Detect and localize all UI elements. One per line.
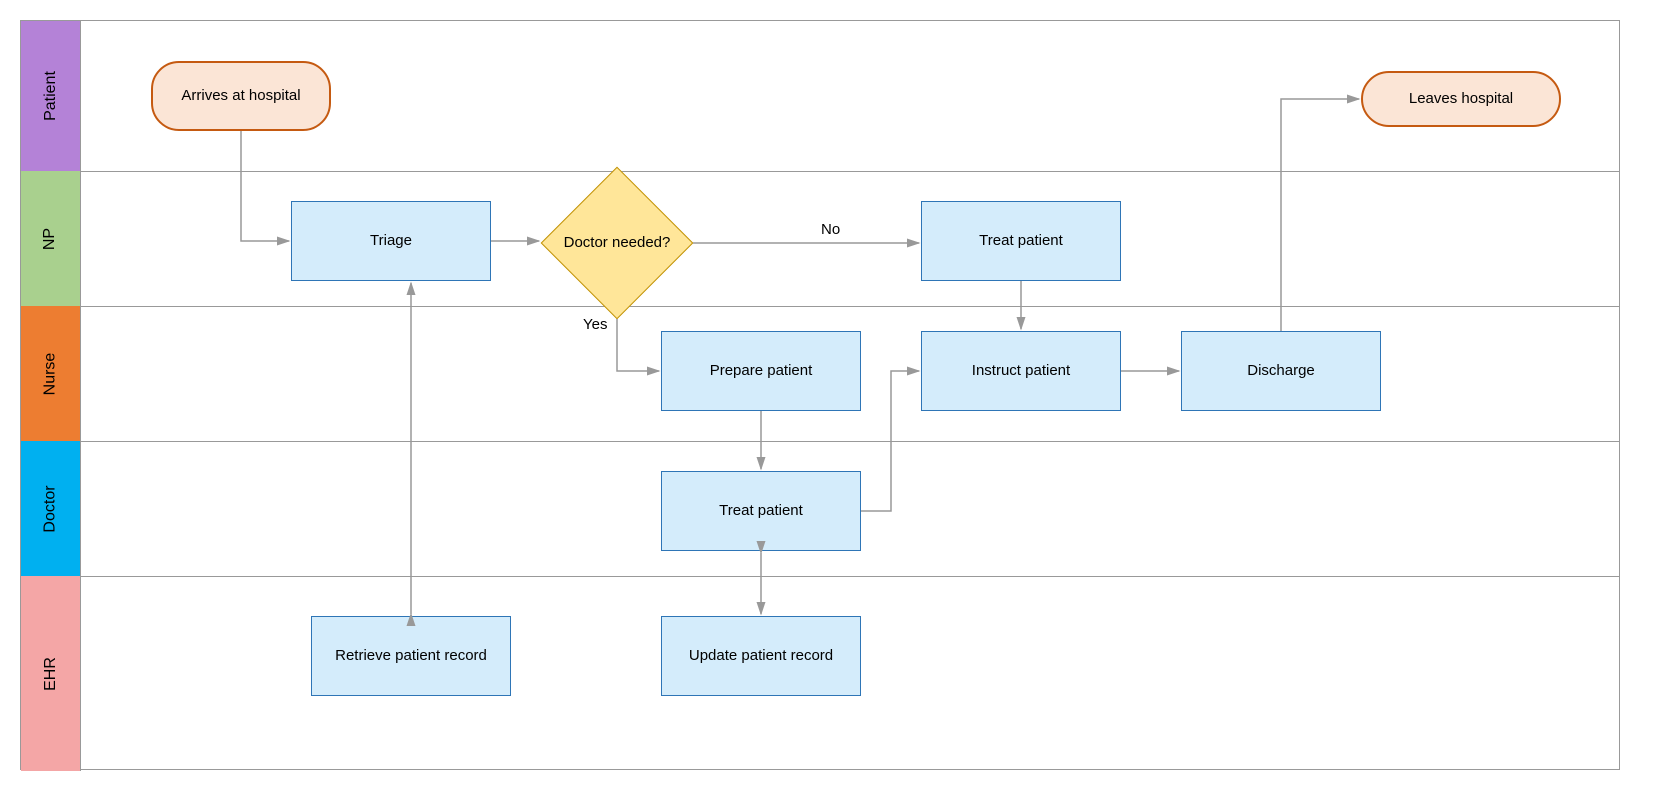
- node-np-treat-patient: Treat patient: [921, 201, 1121, 281]
- node-label: Instruct patient: [972, 361, 1070, 381]
- node-label: Triage: [370, 231, 412, 251]
- node-update-patient-record: Update patient record: [661, 616, 861, 696]
- lane-label-ehr: EHR: [21, 576, 81, 771]
- lane-separator: [81, 576, 1619, 577]
- lane-text-patient: Patient: [42, 71, 60, 121]
- node-leaves-hospital: Leaves hospital: [1361, 71, 1561, 127]
- node-retrieve-patient-record: Retrieve patient record: [311, 616, 511, 696]
- edge-label-yes: Yes: [583, 316, 607, 333]
- node-discharge: Discharge: [1181, 331, 1381, 411]
- node-label: Treat patient: [979, 231, 1063, 251]
- lane-separator: [81, 306, 1619, 307]
- node-label: Treat patient: [719, 501, 803, 521]
- node-label: Discharge: [1247, 361, 1315, 381]
- lane-label-nurse: Nurse: [21, 306, 81, 441]
- node-label: Doctor needed?: [564, 233, 671, 253]
- node-instruct-patient: Instruct patient: [921, 331, 1121, 411]
- node-doctor-needed: Doctor needed?: [563, 189, 671, 297]
- node-label: Prepare patient: [710, 361, 813, 381]
- lane-separator: [81, 441, 1619, 442]
- lane-label-doctor: Doctor: [21, 441, 81, 576]
- node-label: Update patient record: [689, 646, 833, 666]
- edge-label-no: No: [821, 221, 840, 238]
- swimlane-diagram: Patient NP Nurse Doctor EHR Arrives at h…: [20, 20, 1620, 770]
- lane-text-np: NP: [41, 227, 59, 249]
- node-triage: Triage: [291, 201, 491, 281]
- lane-separator: [81, 171, 1619, 172]
- node-label: Arrives at hospital: [181, 86, 300, 106]
- node-label: Retrieve patient record: [335, 646, 487, 666]
- node-label: Leaves hospital: [1409, 89, 1513, 109]
- lane-text-doctor: Doctor: [42, 485, 60, 532]
- node-doctor-treat-patient: Treat patient: [661, 471, 861, 551]
- lane-text-ehr: EHR: [42, 657, 60, 691]
- lane-label-patient: Patient: [21, 21, 81, 171]
- node-arrives-at-hospital: Arrives at hospital: [151, 61, 331, 131]
- lane-label-np: NP: [21, 171, 81, 306]
- lane-text-nurse: Nurse: [42, 352, 60, 395]
- node-prepare-patient: Prepare patient: [661, 331, 861, 411]
